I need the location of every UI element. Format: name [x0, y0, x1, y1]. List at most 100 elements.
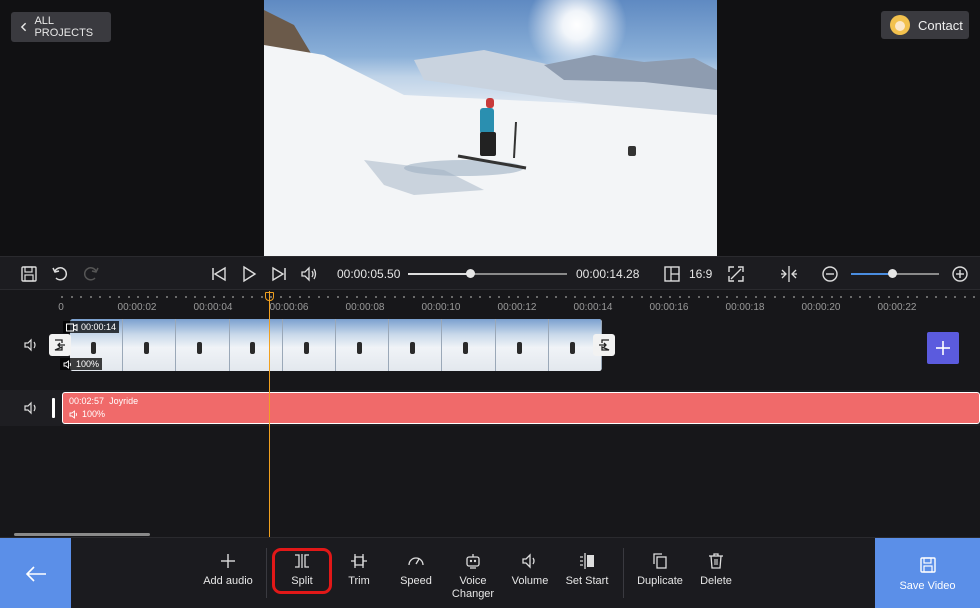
audio-clip-title: 00:02:57 Joyride: [69, 396, 138, 406]
video-track-volume-icon[interactable]: [23, 337, 39, 353]
plus-icon: [936, 341, 950, 355]
ruler-tick: [574, 296, 576, 298]
ruler-tick: [128, 296, 130, 298]
video-preview[interactable]: [264, 0, 717, 256]
aspect-ratio-label[interactable]: 16:9: [689, 267, 712, 281]
video-thumbnail: [176, 319, 230, 371]
edit-toolbar: Add audio Split Trim Speed Voice Changer …: [0, 537, 980, 608]
audio-clip[interactable]: 00:02:57 Joyride 100%: [62, 392, 980, 424]
ruler-tick: [888, 296, 890, 298]
audio-track-volume-icon[interactable]: [23, 400, 39, 416]
play-icon[interactable]: [240, 265, 258, 283]
ruler-tick: [774, 296, 776, 298]
ruler-label: 00:00:18: [725, 302, 765, 313]
zoom-out-icon[interactable]: [821, 265, 839, 283]
ruler-label: 00:00:10: [421, 302, 461, 313]
video-volume: 100%: [76, 359, 100, 369]
ruler-tick: [764, 296, 766, 298]
toolbar-divider: [266, 548, 267, 598]
ruler-tick: [641, 296, 643, 298]
ruler-tick: [793, 296, 795, 298]
current-time: 00:00:05.50: [337, 267, 401, 281]
skip-to-start-icon[interactable]: [210, 265, 228, 283]
ruler-tick: [118, 296, 120, 298]
ruler-label: 00:00:22: [877, 302, 917, 313]
playhead-handle[interactable]: [265, 292, 274, 301]
snap-icon[interactable]: [780, 265, 798, 283]
all-projects-button[interactable]: ALL PROJECTS: [11, 12, 111, 42]
voice-changer-button[interactable]: Voice Changer: [443, 552, 503, 601]
fullscreen-icon[interactable]: [727, 265, 745, 283]
redo-icon[interactable]: [82, 265, 100, 283]
trim-button[interactable]: Trim: [329, 552, 389, 588]
ruler-tick: [489, 296, 491, 298]
ruler-tick: [973, 296, 975, 298]
add-media-button[interactable]: [927, 332, 959, 364]
video-volume-badge: 100%: [60, 358, 103, 370]
toolbar-divider: [623, 548, 624, 598]
speed-button[interactable]: Speed: [386, 552, 446, 588]
ruler-tick: [375, 296, 377, 298]
playhead[interactable]: [269, 291, 270, 537]
add-audio-button[interactable]: Add audio: [198, 552, 258, 588]
trash-icon: [709, 553, 723, 569]
timeline-zoom-slider[interactable]: [851, 269, 939, 278]
ruler-tick: [280, 296, 282, 298]
ruler-tick: [897, 296, 899, 298]
ruler-tick: [603, 296, 605, 298]
timeline-scrollbar[interactable]: [14, 533, 150, 536]
ruler-tick: [679, 296, 681, 298]
speedometer-icon: [408, 557, 424, 566]
trim-left-icon: [54, 339, 65, 351]
ruler-tick: [223, 296, 225, 298]
ruler-tick: [99, 296, 101, 298]
robot-icon: [466, 554, 480, 569]
playback-progress-slider[interactable]: [408, 269, 567, 278]
voice-changer-label: Voice Changer: [452, 575, 494, 601]
ruler-tick: [536, 296, 538, 298]
ruler-tick: [688, 296, 690, 298]
save-video-button[interactable]: Save Video: [875, 538, 980, 608]
ruler-tick: [308, 296, 310, 298]
time-ruler[interactable]: 0 00:00:02 00:00:04 00:00:06 00:00:08 00:00:1…: [0, 291, 980, 317]
ruler-tick: [460, 296, 462, 298]
volume-button[interactable]: Volume: [500, 552, 560, 588]
video-thumbnail: [229, 319, 283, 371]
zoom-knob[interactable]: [888, 269, 898, 278]
ruler-tick: [166, 296, 168, 298]
back-button[interactable]: [0, 538, 71, 608]
progress-knob[interactable]: [466, 269, 475, 278]
audio-clip-handle[interactable]: [52, 398, 55, 418]
timeline[interactable]: 0 00:00:02 00:00:04 00:00:06 00:00:08 00:00:1…: [0, 291, 980, 537]
duplicate-label: Duplicate: [637, 575, 683, 587]
duplicate-icon: [653, 553, 667, 569]
clip-left-handle[interactable]: [49, 334, 71, 356]
aspect-ratio-icon[interactable]: [663, 265, 681, 283]
clip-right-handle[interactable]: [593, 334, 615, 356]
video-thumbnail: [336, 319, 390, 371]
video-thumbnail: [389, 319, 443, 371]
delete-button[interactable]: Delete: [686, 552, 746, 588]
volume-label: Volume: [511, 575, 549, 587]
skip-to-end-icon[interactable]: [270, 265, 288, 283]
ruler-tick: [403, 296, 405, 298]
video-thumbnail: [442, 319, 496, 371]
ruler-tick: [61, 296, 63, 298]
undo-icon[interactable]: [51, 265, 69, 283]
duplicate-button[interactable]: Duplicate: [630, 552, 690, 588]
speaker-icon: [63, 359, 72, 369]
contact-button[interactable]: Contact: [881, 11, 969, 39]
ruler-tick: [422, 296, 424, 298]
set-start-button[interactable]: Set Start: [557, 552, 617, 588]
video-clip[interactable]: [70, 319, 602, 371]
ruler-tick: [204, 296, 206, 298]
ruler-tick: [593, 296, 595, 298]
save-project-icon[interactable]: [20, 265, 38, 283]
ruler-tick: [356, 296, 358, 298]
zoom-in-icon[interactable]: [951, 265, 969, 283]
video-camera-icon: [66, 323, 78, 331]
volume-icon[interactable]: [300, 265, 318, 283]
video-duration: 00:00:14: [81, 322, 117, 332]
delete-label: Delete: [700, 575, 732, 587]
ruler-tick: [517, 296, 519, 298]
